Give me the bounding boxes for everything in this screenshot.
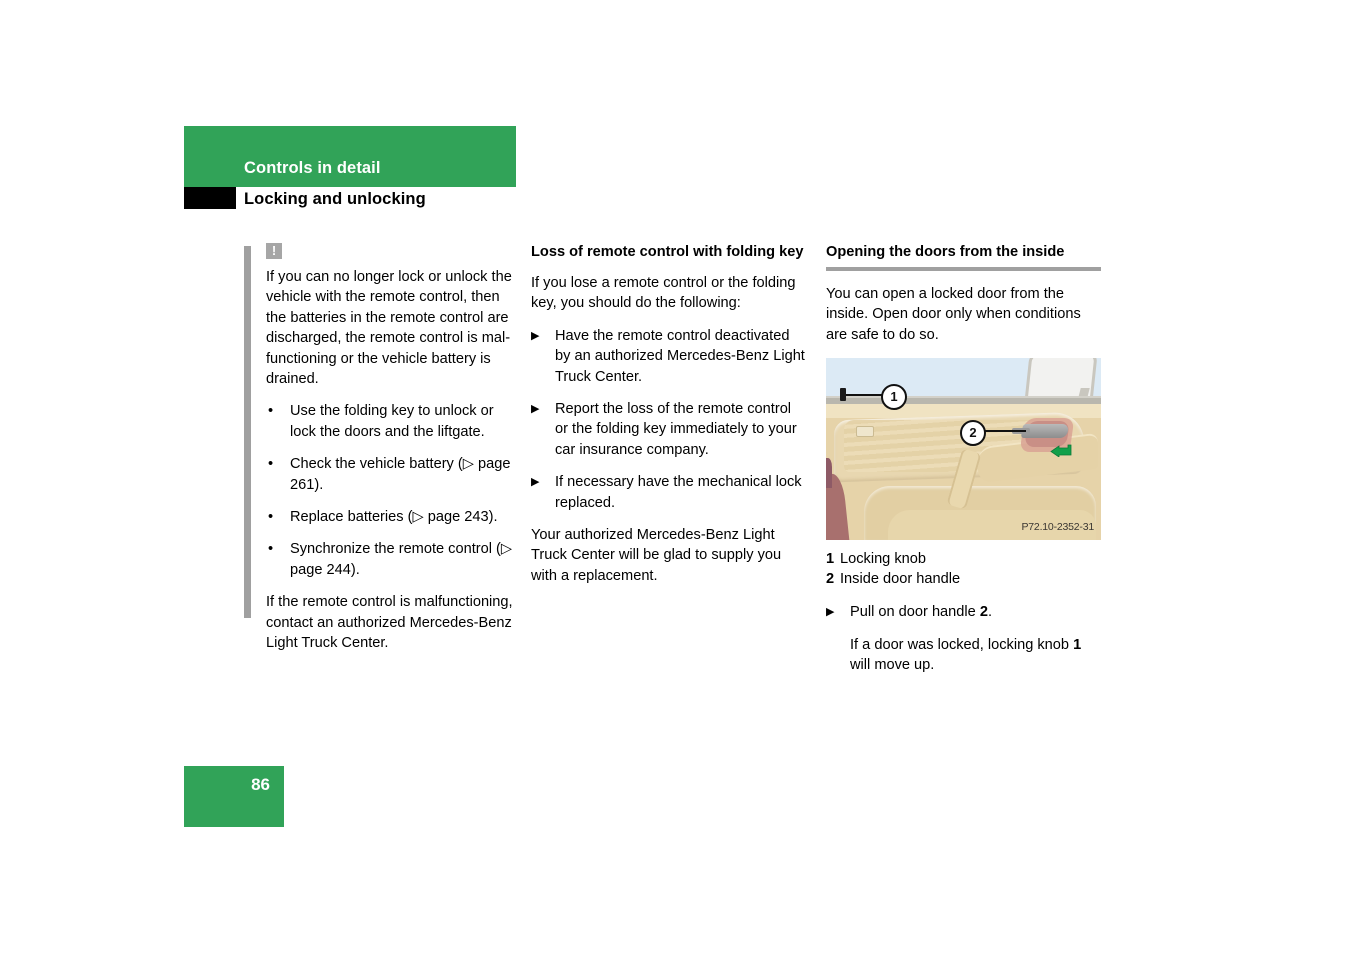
column-two-closing: Your authorized Mercedes-Benz Light Truc… bbox=[531, 527, 782, 584]
section-title: Locking and unlocking bbox=[244, 190, 426, 208]
column-three: Opening the doors from the inside You ca… bbox=[826, 243, 1101, 675]
triangle-marker-icon: ▶ bbox=[531, 403, 540, 416]
triangle-marker-icon: ▶ bbox=[826, 606, 835, 619]
warning-closing-text: If the remote control is malfunctioning,… bbox=[266, 594, 513, 652]
triangle-marker-icon: ▶ bbox=[531, 476, 540, 489]
list-item: • Replace batteries (▷ page 243). bbox=[266, 507, 516, 527]
warning-icon-glyph: ! bbox=[271, 243, 277, 258]
column-two: Loss of remote control with folding key … bbox=[531, 243, 807, 586]
warning-intro-text: If you can no longer lock or unlock the … bbox=[266, 269, 512, 388]
list-item-label: Check the vehicle battery (▷ page 261). bbox=[290, 456, 511, 493]
window-switch-plate bbox=[856, 426, 874, 438]
list-item-label: Replace batteries (▷ page 243). bbox=[290, 509, 498, 526]
step-reference-number: 2 bbox=[979, 604, 988, 621]
warning-side-bar bbox=[244, 246, 251, 618]
list-item-label: Use the folding key to unlock or lock th… bbox=[290, 403, 494, 440]
legend-label: Locking knob bbox=[840, 551, 927, 568]
list-item: ▶ Have the remote control deactivated by… bbox=[531, 326, 807, 387]
seat-edge-upper bbox=[826, 458, 832, 489]
legend-number: 1 bbox=[826, 551, 835, 568]
page-number: 86 bbox=[251, 775, 270, 794]
step-text-suffix: . bbox=[987, 604, 993, 621]
column-two-heading: Loss of remote control with folding key bbox=[531, 244, 804, 260]
note-reference-number: 1 bbox=[1073, 636, 1082, 653]
note-suffix: will move up. bbox=[850, 657, 935, 674]
warning-block: ! If you can no longer lock or unlock th… bbox=[244, 243, 516, 654]
legend-row: 1 Locking knob bbox=[826, 550, 1101, 570]
list-item: ▶ Report the loss of the remote control … bbox=[531, 399, 807, 460]
green-pull-arrow-icon bbox=[1050, 444, 1072, 458]
legend-number: 2 bbox=[826, 570, 835, 587]
list-item: • Use the folding key to unlock or lock … bbox=[266, 401, 516, 442]
note-prefix: If a door was locked, locking knob bbox=[850, 636, 1074, 653]
car-door-inside-illustration: 1 2 P72.10-2352-31 bbox=[826, 358, 1101, 541]
column-one: ! If you can no longer lock or unlock th… bbox=[244, 243, 516, 654]
heading-rule bbox=[826, 267, 1101, 271]
warning-exclamation-icon: ! bbox=[266, 243, 282, 259]
bullet-marker: • bbox=[268, 509, 274, 526]
list-item-label: Report the loss of the remote control or… bbox=[555, 401, 797, 458]
list-item-label: Synchronize the remote control (▷ page 2… bbox=[290, 541, 513, 578]
triangle-marker-icon: ▶ bbox=[531, 329, 540, 342]
column-two-intro: If you lose a remote control or the fold… bbox=[531, 275, 796, 312]
list-item: ▶ Pull on door handle 2. bbox=[826, 602, 1101, 622]
illustration-legend: 1 Locking knob 2 Inside door handle bbox=[826, 550, 1101, 589]
chapter-title: Controls in detail bbox=[244, 159, 381, 177]
bullet-marker: • bbox=[268, 403, 274, 420]
warning-bullet-list: • Use the folding key to unlock or lock … bbox=[266, 401, 516, 580]
column-three-heading: Opening the doors from the inside bbox=[826, 244, 1065, 260]
bullet-marker: • bbox=[268, 541, 274, 558]
step-text-prefix: Pull on door handle bbox=[850, 604, 980, 621]
legend-row: 2 Inside door handle bbox=[826, 570, 1101, 590]
column-three-intro: You can open a locked door from the insi… bbox=[826, 286, 1081, 343]
list-item-label: If necessary have the mechanical lock re… bbox=[555, 474, 802, 511]
legend-label: Inside door handle bbox=[840, 570, 961, 587]
column-three-note: If a door was locked, locking knob 1 wil… bbox=[826, 635, 1101, 676]
section-marker-tab bbox=[184, 187, 236, 209]
column-two-step-list: ▶ Have the remote control deactivated by… bbox=[531, 326, 807, 513]
list-item: • Check the vehicle battery (▷ page 261)… bbox=[266, 454, 516, 495]
column-three-step-list: ▶ Pull on door handle 2. bbox=[826, 602, 1101, 622]
list-item: ▶ If necessary have the mechanical lock … bbox=[531, 472, 807, 513]
list-item-label: Have the remote control deactivated by a… bbox=[555, 327, 805, 385]
step-text: Pull on door handle 2. bbox=[850, 604, 992, 620]
illustration-code: P72.10-2352-31 bbox=[1021, 520, 1094, 533]
bullet-marker: • bbox=[268, 456, 274, 473]
list-item: • Synchronize the remote control (▷ page… bbox=[266, 539, 516, 580]
